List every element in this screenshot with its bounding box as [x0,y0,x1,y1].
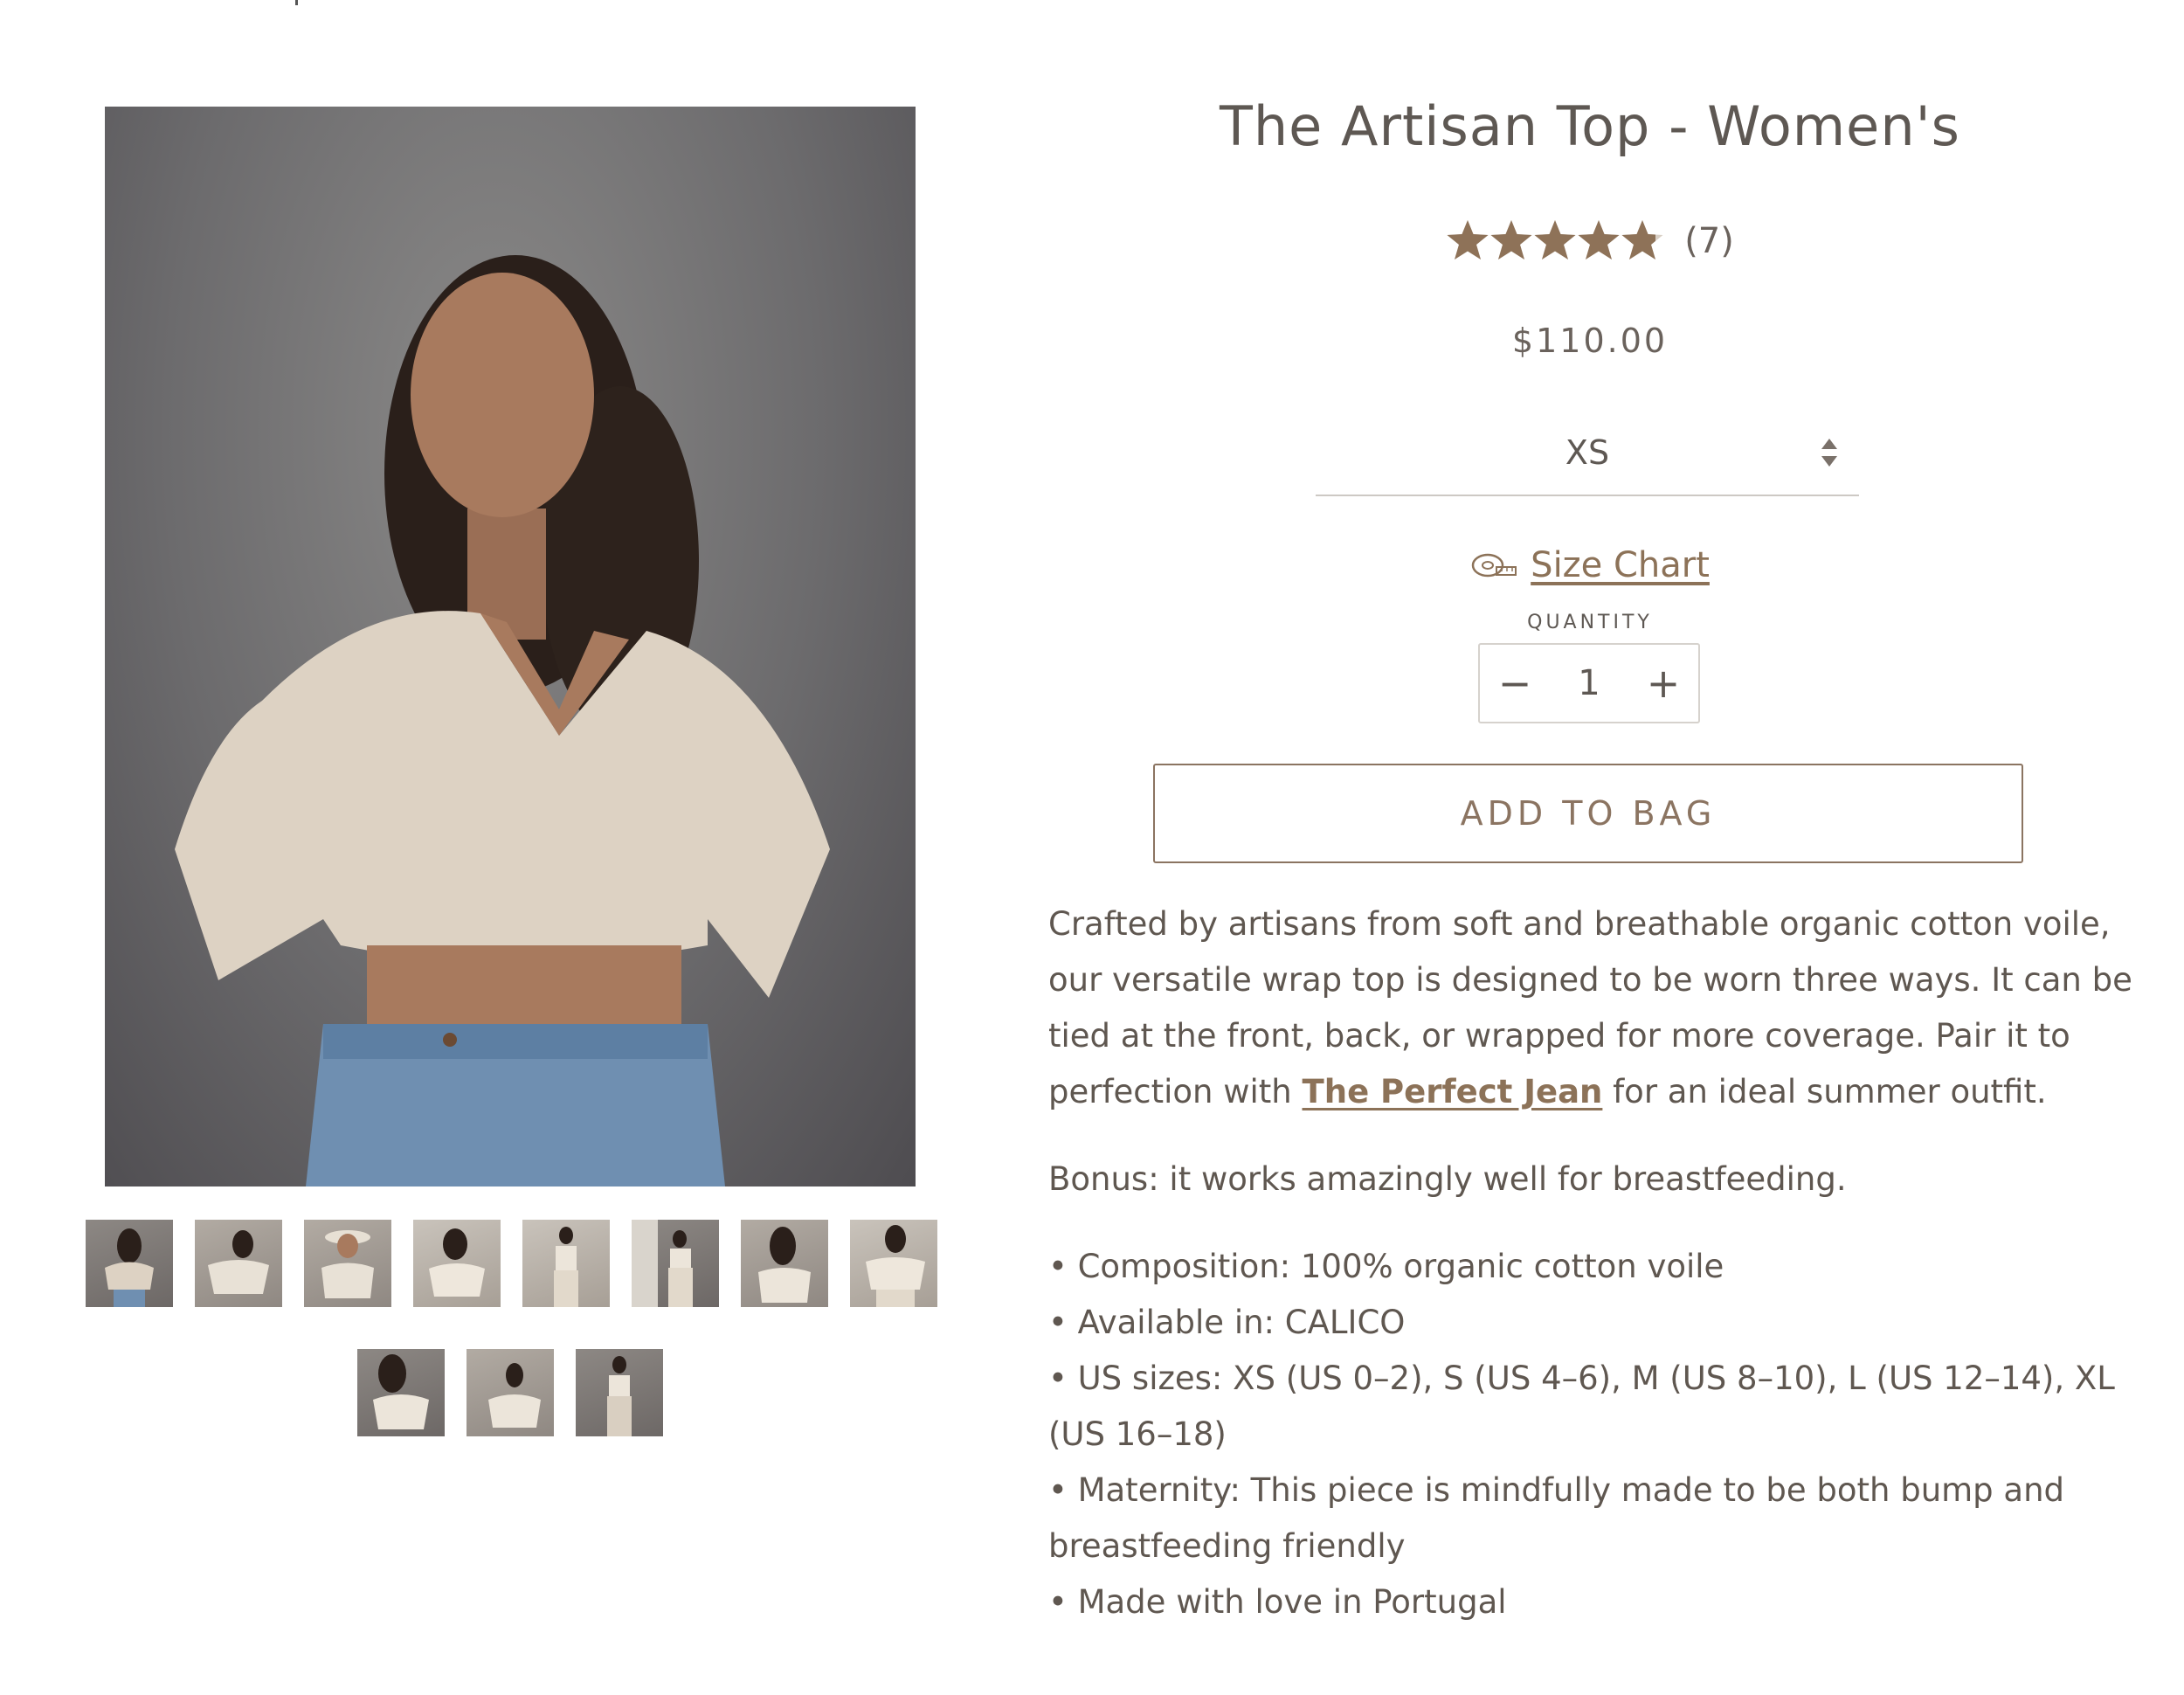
rating-count: (7) [1684,221,1734,261]
main-product-image[interactable] [105,107,916,1186]
product-description: Crafted by artisans from soft and breath… [1048,896,2158,1630]
thumbnail-2[interactable] [195,1220,282,1307]
perfect-jean-link[interactable]: The Perfect Jean [1303,1073,1603,1110]
quantity-decrement-button[interactable]: − [1480,663,1550,703]
bullet-maternity: • Maternity: This piece is mindfully mad… [1048,1471,2065,1565]
size-chart-link[interactable]: Size Chart [1531,545,1710,585]
up-down-arrows-icon [1821,439,1837,467]
bullet-origin: • Made with love in Portugal [1048,1583,1507,1621]
thumbnail-6[interactable] [632,1220,719,1307]
measuring-tape-icon [1471,553,1517,578]
thumbnail-4[interactable] [413,1220,501,1307]
thumbnail-1[interactable] [86,1220,173,1307]
description-paragraph: Crafted by artisans from soft and breath… [1048,896,2158,1120]
star-icon [1447,220,1663,259]
thumbnail-10[interactable] [467,1349,554,1436]
add-to-bag-button[interactable]: ADD TO BAG [1153,764,2023,863]
bullet-availability: • Available in: CALICO [1048,1304,1406,1341]
thumbnail-row-1 [86,1220,937,1307]
quantity-stepper: − 1 + [1478,643,1700,723]
thumbnail-3[interactable] [304,1220,391,1307]
thumbnail-7[interactable] [741,1220,828,1307]
quantity-label: QUANTITY [1527,612,1653,633]
thumbnail-5[interactable] [522,1220,610,1307]
star-icon [1534,220,1576,259]
star-icon [1578,220,1620,259]
thumbnail-11[interactable] [576,1349,663,1436]
thumbnail-row-2 [357,1349,663,1436]
description-text-end: for an ideal summer outfit. [1602,1073,2047,1110]
product-price: $110.00 [1511,322,1669,360]
star-icon [1447,220,1489,259]
quantity-input[interactable]: 1 [1563,663,1615,703]
thumbnail-8[interactable] [850,1220,937,1307]
star-icon [1490,220,1532,259]
product-title: The Artisan Top - Women's [1220,94,1960,158]
size-chart: Size Chart [1048,545,2132,585]
size-select-value: XS [1565,433,1610,472]
bullet-sizes: • US sizes: XS (US 0–2), S (US 4–6), M (… [1048,1359,2115,1453]
bullet-composition: • Composition: 100% organic cotton voile [1048,1248,1724,1285]
product-details: The Artisan Top - Women's (7) $110.00 XS [1048,0,2158,1695]
quantity-increment-button[interactable]: + [1628,663,1698,703]
star-rating [1446,218,1664,264]
thumbnail-9[interactable] [357,1349,445,1436]
size-select[interactable]: XS [1316,411,1859,496]
product-gallery [0,0,1022,1695]
bonus-paragraph: Bonus: it works amazingly well for breas… [1048,1160,1847,1198]
product-rating[interactable]: (7) [1048,218,2132,264]
